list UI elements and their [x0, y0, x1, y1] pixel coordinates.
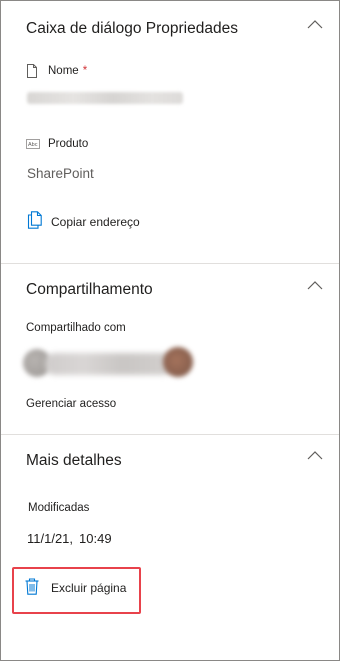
collapse-chevron-up-icon[interactable]: [307, 19, 323, 29]
svg-text:Abc: Abc: [28, 142, 38, 148]
name-value-redacted: [27, 92, 183, 104]
delete-page-button[interactable]: Excluir página: [25, 578, 126, 595]
avatar: [163, 347, 193, 377]
modified-label: Modificadas: [28, 502, 90, 514]
sharing-section-title: Compartilhamento: [26, 281, 153, 298]
copy-icon: [27, 211, 42, 229]
details-section-title: Mais detalhes: [26, 452, 122, 469]
modified-date: 11/1/21,: [27, 531, 74, 546]
collapse-chevron-up-icon[interactable]: [307, 280, 323, 290]
manage-access-link[interactable]: Gerenciar acesso: [26, 398, 116, 410]
document-icon: [27, 64, 37, 78]
copy-address-label: Copiar endereço: [51, 214, 140, 229]
name-field-label: Nome *: [48, 65, 88, 77]
properties-section-title: Caixa de diálogo Propriedades: [26, 20, 238, 37]
shared-with-avatars-redacted: [23, 345, 195, 381]
modified-value: 11/1/21, 10:49: [27, 531, 118, 546]
collapse-chevron-up-icon[interactable]: [307, 450, 323, 460]
text-field-icon: Abc: [26, 139, 40, 149]
product-field-label: Produto: [48, 138, 89, 150]
required-asterisk: *: [82, 65, 88, 77]
modified-time: 10:49: [79, 531, 112, 546]
copy-address-button[interactable]: Copiar endereço: [27, 211, 140, 229]
section-divider: [1, 263, 339, 264]
section-divider: [1, 434, 339, 435]
properties-panel: Caixa de diálogo Propriedades Nome * Abc …: [0, 0, 340, 661]
shared-with-label: Compartilhado com: [26, 322, 126, 334]
product-value: SharePoint: [27, 166, 94, 181]
trash-icon: [25, 578, 39, 595]
delete-page-label: Excluir página: [51, 581, 127, 595]
